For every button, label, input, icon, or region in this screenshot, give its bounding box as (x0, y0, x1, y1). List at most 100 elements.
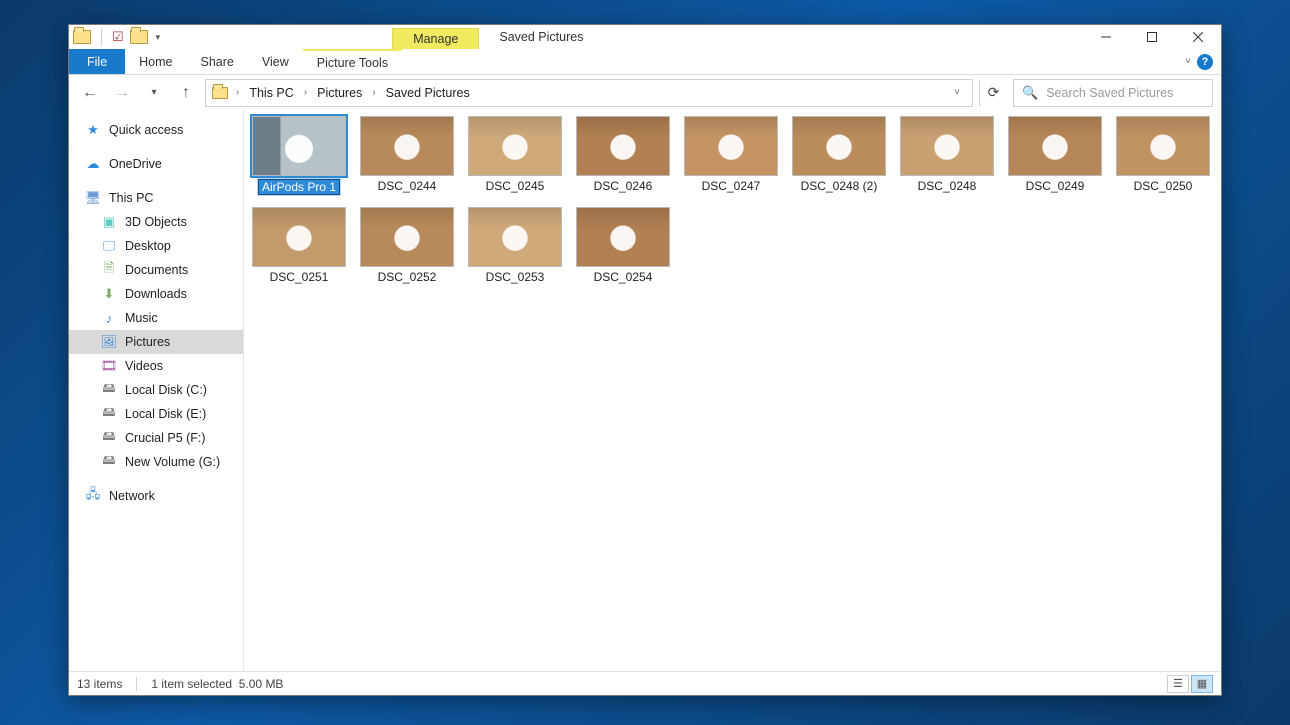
file-item[interactable]: DSC_0250 (1116, 116, 1210, 195)
up-button[interactable]: ↑ (173, 80, 199, 106)
chevron-right-icon[interactable]: › (368, 87, 379, 98)
nav-downloads[interactable]: ⬇ Downloads (69, 282, 243, 306)
file-item[interactable]: DSC_0252 (360, 207, 454, 284)
file-name-label: DSC_0249 (1026, 179, 1085, 193)
chevron-right-icon[interactable]: › (300, 87, 311, 98)
star-icon: ★ (85, 122, 101, 138)
file-item[interactable]: AirPods Pro 1 (252, 116, 346, 195)
nav-music[interactable]: ♪ Music (69, 306, 243, 330)
content-area[interactable]: AirPods Pro 1 DSC_0244 DSC_0245 DSC_0246 DSC… (244, 110, 1221, 671)
chevron-right-icon[interactable]: › (232, 87, 243, 98)
title-bar[interactable]: ☑ ▾ Manage Saved Pictures (69, 25, 1221, 49)
tab-view[interactable]: View (248, 49, 303, 74)
file-item[interactable]: DSC_0248 (2) (792, 116, 886, 195)
minimize-icon (1101, 32, 1111, 42)
navigation-pane[interactable]: ★ Quick access ☁ OneDrive 🖥 This PC ▣ 3D… (69, 110, 244, 671)
contextual-tab-manage[interactable]: Manage (392, 28, 479, 49)
file-name-label: DSC_0244 (378, 179, 437, 193)
ribbon-collapse-icon[interactable]: ˅ (1185, 56, 1191, 67)
status-bar: 13 items 1 item selected 5.00 MB ☰ ▦ (69, 671, 1221, 695)
nav-videos[interactable]: 🎞 Videos (69, 354, 243, 378)
file-name-label: DSC_0250 (1134, 179, 1193, 193)
file-name-label: DSC_0247 (702, 179, 761, 193)
nav-label: Crucial P5 (F:) (125, 431, 206, 445)
status-item-count: 13 items (77, 677, 122, 691)
file-item[interactable]: DSC_0247 (684, 116, 778, 195)
disk-icon: 🖴 (101, 430, 117, 446)
search-input[interactable] (1046, 86, 1204, 100)
separator (136, 677, 137, 691)
file-name-label: DSC_0254 (594, 270, 653, 284)
refresh-button[interactable]: ⟳ (979, 80, 1007, 106)
breadcrumb[interactable]: This PC (247, 86, 295, 100)
file-item[interactable]: DSC_0246 (576, 116, 670, 195)
tab-picture-tools[interactable]: Picture Tools (303, 49, 402, 74)
view-thumbnails-button[interactable]: ▦ (1191, 675, 1213, 693)
file-item[interactable]: DSC_0244 (360, 116, 454, 195)
properties-icon[interactable]: ☑ (112, 29, 124, 45)
file-name-label: DSC_0252 (378, 270, 437, 284)
nav-crucial-p5-f[interactable]: 🖴 Crucial P5 (F:) (69, 426, 243, 450)
explorer-window: ☑ ▾ Manage Saved Pictures File Home Shar… (68, 24, 1222, 696)
pictures-icon: 🖼 (101, 334, 117, 350)
file-item[interactable]: DSC_0254 (576, 207, 670, 284)
nav-new-volume-g[interactable]: 🖴 New Volume (G:) (69, 450, 243, 474)
tab-file[interactable]: File (69, 49, 125, 74)
breadcrumb[interactable]: Saved Pictures (384, 86, 472, 100)
file-name-label: DSC_0248 (918, 179, 977, 193)
desktop-icon: 🖵 (101, 238, 117, 254)
nav-label: Documents (125, 263, 188, 277)
close-button[interactable] (1175, 25, 1221, 49)
nav-local-disk-e[interactable]: 🖴 Local Disk (E:) (69, 402, 243, 426)
thumbnail-image (1008, 116, 1102, 176)
folder-icon[interactable] (130, 30, 148, 44)
file-item[interactable]: DSC_0245 (468, 116, 562, 195)
pc-icon: 🖥 (85, 190, 101, 206)
maximize-button[interactable] (1129, 25, 1175, 49)
search-icon: 🔍 (1022, 85, 1038, 101)
nav-label: Local Disk (C:) (125, 383, 207, 397)
file-name-label: DSC_0251 (270, 270, 329, 284)
nav-local-disk-c[interactable]: 🖴 Local Disk (C:) (69, 378, 243, 402)
file-item[interactable]: DSC_0253 (468, 207, 562, 284)
folder-icon (212, 87, 228, 99)
minimize-button[interactable] (1083, 25, 1129, 49)
tab-home[interactable]: Home (125, 49, 186, 74)
thumbnail-image (792, 116, 886, 176)
video-icon: 🎞 (101, 358, 117, 374)
nav-documents[interactable]: 🗎 Documents (69, 258, 243, 282)
thumbnail-image (360, 207, 454, 267)
nav-quick-access[interactable]: ★ Quick access (69, 118, 243, 142)
view-details-button[interactable]: ☰ (1167, 675, 1189, 693)
thumbnail-image (684, 116, 778, 176)
nav-3d-objects[interactable]: ▣ 3D Objects (69, 210, 243, 234)
window-title: Saved Pictures (479, 25, 1083, 49)
nav-pictures[interactable]: 🖼 Pictures (69, 330, 243, 354)
address-bar[interactable]: › This PC › Pictures › Saved Pictures ˅ (205, 79, 973, 107)
music-icon: ♪ (101, 310, 117, 326)
forward-button[interactable]: → (109, 80, 135, 106)
file-item[interactable]: DSC_0251 (252, 207, 346, 284)
maximize-icon (1147, 32, 1157, 42)
nav-network[interactable]: 🖧 Network (69, 484, 243, 508)
file-item[interactable]: DSC_0248 (900, 116, 994, 195)
nav-this-pc[interactable]: 🖥 This PC (69, 186, 243, 210)
qat-dropdown-icon[interactable]: ▾ (154, 32, 161, 43)
address-dropdown-icon[interactable]: ˅ (948, 87, 966, 98)
thumbnail-image (900, 116, 994, 176)
nav-label: Music (125, 311, 158, 325)
recent-locations-button[interactable]: ▾ (141, 80, 167, 106)
help-icon[interactable]: ? (1197, 54, 1213, 70)
nav-onedrive[interactable]: ☁ OneDrive (69, 152, 243, 176)
file-name-label: DSC_0246 (594, 179, 653, 193)
search-box[interactable]: 🔍 (1013, 79, 1213, 107)
nav-label: New Volume (G:) (125, 455, 220, 469)
back-button[interactable]: ← (77, 80, 103, 106)
file-item[interactable]: DSC_0249 (1008, 116, 1102, 195)
status-selection: 1 item selected 5.00 MB (151, 677, 283, 691)
tab-share[interactable]: Share (187, 49, 248, 74)
nav-desktop[interactable]: 🖵 Desktop (69, 234, 243, 258)
file-name-label[interactable]: AirPods Pro 1 (258, 179, 340, 195)
nav-label: 3D Objects (125, 215, 187, 229)
breadcrumb[interactable]: Pictures (315, 86, 364, 100)
